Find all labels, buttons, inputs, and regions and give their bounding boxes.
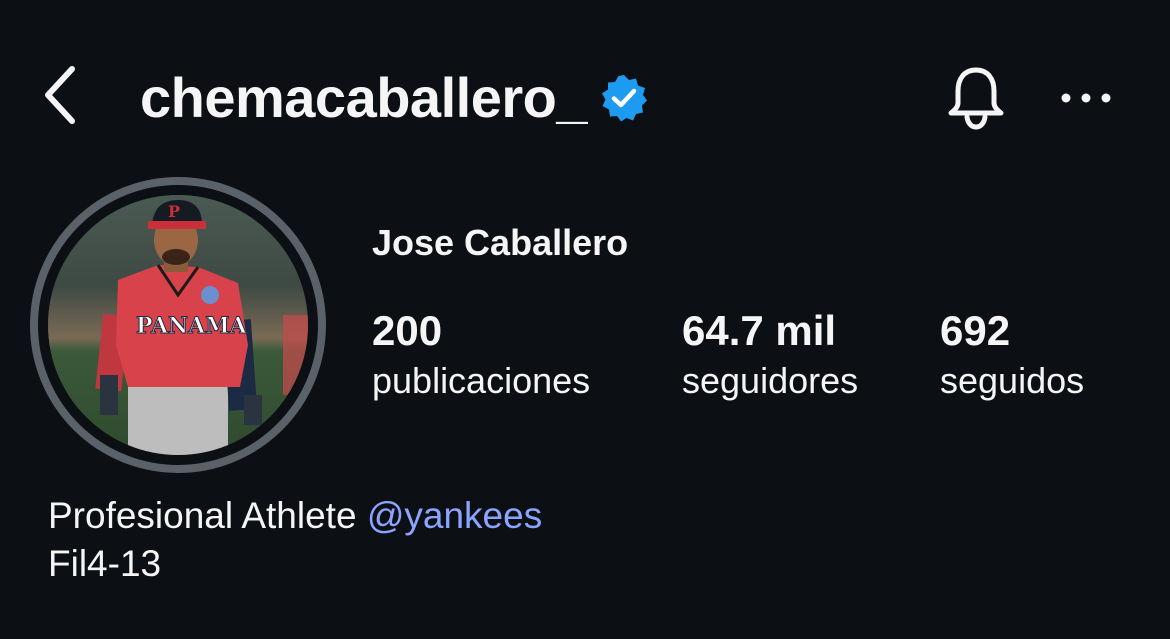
more-horizontal-icon [1061, 93, 1111, 103]
more-options-button[interactable] [1050, 62, 1122, 134]
svg-text:P: P [168, 202, 180, 221]
bio: Profesional Athlete @yankees Fil4-13 [48, 492, 542, 588]
username-row: chemacaballero_ [140, 68, 649, 128]
stat-following-value: 692 [940, 307, 1011, 354]
svg-text:PANAMA: PANAMA [136, 313, 248, 339]
stat-followers[interactable]: 64.7 mil seguidores [682, 306, 858, 405]
stat-followers-label: seguidores [682, 360, 859, 402]
stat-following-label: seguidos [940, 360, 1085, 402]
notifications-bell-button[interactable] [940, 62, 1012, 134]
avatar[interactable]: PANAMA P [48, 195, 308, 455]
bell-icon [948, 67, 1004, 130]
username: chemacaballero_ [140, 66, 587, 129]
full-name: Jose Caballero [372, 222, 629, 263]
bio-line-2: Fil4-13 [48, 543, 162, 584]
bio-mention-link[interactable]: @yankees [367, 495, 542, 536]
chevron-left-icon [45, 66, 75, 124]
avatar-image: PANAMA P [48, 195, 308, 455]
stat-posts[interactable]: 200 publicaciones [372, 306, 590, 405]
verified-badge-icon [601, 75, 647, 122]
stat-following[interactable]: 692 seguidos [940, 306, 1084, 405]
stat-posts-label: publicaciones [372, 360, 591, 402]
bio-line-1: Profesional Athlete @yankees [48, 492, 542, 540]
stat-followers-value: 64.7 mil [682, 307, 837, 354]
bio-text: Profesional Athlete [48, 495, 367, 536]
stat-posts-value: 200 [372, 307, 443, 354]
back-button[interactable] [30, 60, 90, 130]
profile-screen: chemacaballero_ PANAMA P Jose Caballero … [0, 0, 1170, 639]
